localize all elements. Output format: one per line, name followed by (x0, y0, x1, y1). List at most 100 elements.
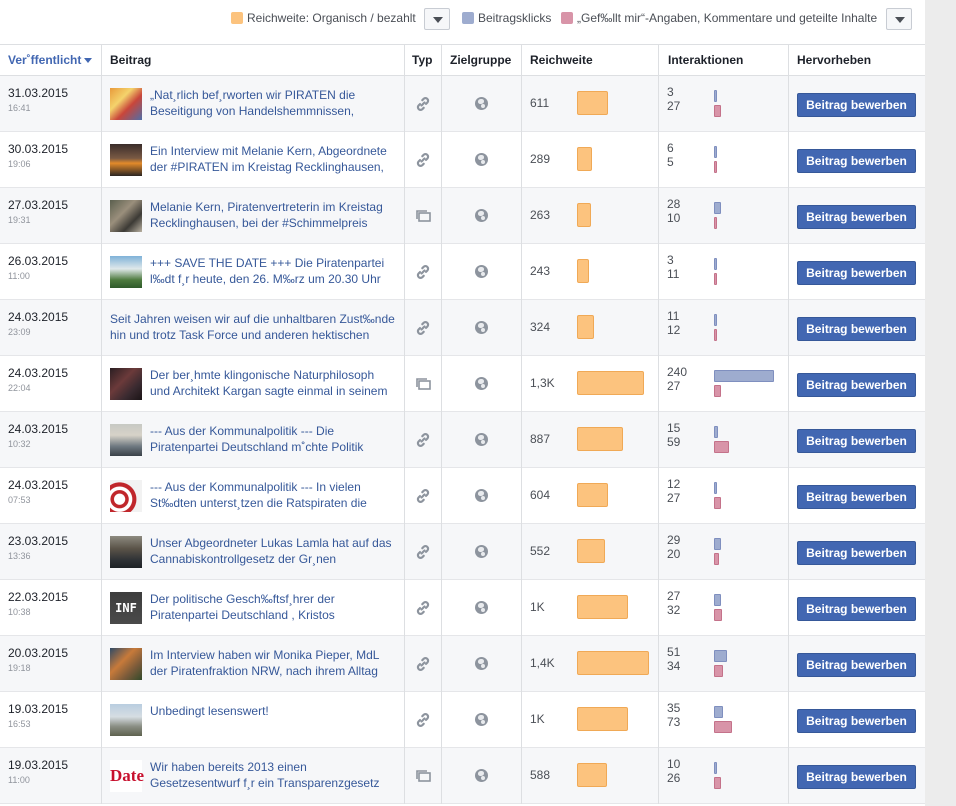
metric-dropdown-2[interactable] (886, 8, 912, 30)
post-text-link[interactable]: „Nat¸rlich bef¸rworten wir PIRATEN die B… (150, 87, 396, 121)
clicks-bar (714, 482, 717, 494)
boost-post-button[interactable]: Beitrag bewerben (797, 541, 916, 565)
boost-post-button[interactable]: Beitrag bewerben (797, 373, 916, 397)
link-icon (414, 543, 432, 561)
post-thumbnail[interactable] (110, 648, 142, 680)
post-thumbnail[interactable] (110, 368, 142, 400)
column-divider (788, 44, 789, 804)
clicks-value: 3 (667, 253, 674, 267)
legend-label-reach: Reichweite: Organisch / bezahlt (247, 11, 416, 25)
post-text-link[interactable]: Melanie Kern, Piratenvertreterin im Krei… (150, 199, 396, 233)
post-text-link[interactable]: +++ SAVE THE DATE +++ Die Piratenpartei … (150, 255, 396, 289)
post-thumbnail[interactable]: INF (110, 592, 142, 624)
reach-value: 263 (530, 208, 551, 222)
post-text-link[interactable]: Ein Interview mit Melanie Kern, Abgeordn… (150, 143, 396, 177)
engagement-bar (714, 273, 717, 285)
post-date: 20.03.2015 (8, 646, 69, 660)
post-thumbnail[interactable] (110, 88, 142, 120)
reach-value: 887 (530, 432, 551, 446)
column-header-audience: Zielgruppe (450, 53, 512, 67)
table-row: 24.03.2015 23:09 Seit Jahren weisen wir … (0, 300, 925, 356)
clicks-value: 10 (667, 757, 681, 771)
boost-post-button[interactable]: Beitrag bewerben (797, 93, 916, 117)
engagement-value: 27 (667, 99, 681, 113)
post-time: 23:09 (8, 327, 31, 337)
boost-post-button[interactable]: Beitrag bewerben (797, 765, 916, 789)
clicks-value: 240 (667, 365, 688, 379)
album-icon (414, 375, 432, 393)
link-icon (414, 95, 432, 113)
page-scrollbar[interactable] (925, 0, 956, 806)
clicks-value: 3 (667, 85, 674, 99)
engagement-bar (714, 161, 717, 173)
clicks-value: 15 (667, 421, 681, 435)
reach-bar (577, 539, 605, 563)
boost-post-button[interactable]: Beitrag bewerben (797, 205, 916, 229)
posts-table: Ver˚ffentlicht Beitrag Typ Zielgruppe Re… (0, 44, 925, 804)
post-date: 27.03.2015 (8, 198, 69, 212)
boost-post-button[interactable]: Beitrag bewerben (797, 709, 916, 733)
post-text-link[interactable]: Der ber¸hmte klingonische Naturphilosoph… (150, 367, 396, 401)
post-text-link[interactable]: Der politische Gesch‰ftsf¸hrer der Pirat… (150, 591, 396, 625)
link-icon (414, 151, 432, 169)
post-text-link[interactable]: Unser Abgeordneter Lukas Lamla hat auf d… (150, 535, 396, 569)
column-header-published[interactable]: Ver˚ffentlicht (8, 45, 93, 75)
table-header: Ver˚ffentlicht Beitrag Typ Zielgruppe Re… (0, 44, 925, 76)
column-divider (658, 44, 659, 804)
post-date: 19.03.2015 (8, 758, 69, 772)
post-thumbnail[interactable] (110, 704, 142, 736)
reach-value: 243 (530, 264, 551, 278)
reach-bar (577, 483, 608, 507)
metric-dropdown-1[interactable] (424, 8, 450, 30)
boost-post-button[interactable]: Beitrag bewerben (797, 317, 916, 341)
globe-icon (475, 377, 488, 390)
boost-post-button[interactable]: Beitrag bewerben (797, 597, 916, 621)
post-thumbnail[interactable] (110, 536, 142, 568)
post-time: 19:31 (8, 215, 31, 225)
clicks-bar (714, 370, 774, 382)
boost-post-button[interactable]: Beitrag bewerben (797, 653, 916, 677)
table-row: 24.03.2015 10:32 --- Aus der Kommunalpol… (0, 412, 925, 468)
post-date: 30.03.2015 (8, 142, 69, 156)
sort-desc-icon (84, 58, 93, 64)
table-row: 26.03.2015 11:00 +++ SAVE THE DATE +++ D… (0, 244, 925, 300)
globe-icon (475, 713, 488, 726)
clicks-value: 51 (667, 645, 681, 659)
post-thumbnail[interactable] (110, 424, 142, 456)
table-row: 27.03.2015 19:31 Melanie Kern, Piratenve… (0, 188, 925, 244)
post-thumbnail[interactable] (110, 144, 142, 176)
boost-post-button[interactable]: Beitrag bewerben (797, 429, 916, 453)
clicks-value: 35 (667, 701, 681, 715)
reach-value: 611 (530, 96, 550, 110)
post-text-link[interactable]: Seit Jahren weisen wir auf die unhaltbar… (110, 311, 396, 345)
post-text-link[interactable]: Wir haben bereits 2013 einen Gesetzesent… (150, 759, 396, 793)
table-row: 19.03.2015 11:00 Date Wir haben bereits … (0, 748, 925, 804)
post-date: 26.03.2015 (8, 254, 69, 268)
engagement-value: 5 (667, 155, 674, 169)
reach-bar (577, 259, 589, 283)
boost-post-button[interactable]: Beitrag bewerben (797, 261, 916, 285)
post-thumbnail[interactable] (110, 256, 142, 288)
post-thumbnail[interactable] (110, 480, 142, 512)
post-text-link[interactable]: --- Aus der Kommunalpolitik --- Die Pira… (150, 423, 396, 457)
post-text-link[interactable]: Im Interview haben wir Monika Pieper, Md… (150, 647, 396, 681)
globe-icon (475, 769, 488, 782)
globe-icon (475, 657, 488, 670)
post-text-link[interactable]: Unbedingt lesenswert! (150, 703, 396, 737)
boost-post-button[interactable]: Beitrag bewerben (797, 149, 916, 173)
reach-value: 1,3K (530, 376, 555, 390)
engagement-value: 59 (667, 435, 681, 449)
post-time: 16:53 (8, 719, 31, 729)
post-thumbnail[interactable] (110, 200, 142, 232)
legend-swatch-reach (231, 12, 243, 24)
column-header-published-label[interactable]: Ver˚ffentlicht (8, 53, 81, 67)
engagement-bar (714, 329, 717, 341)
boost-post-button[interactable]: Beitrag bewerben (797, 485, 916, 509)
post-time: 10:32 (8, 439, 31, 449)
engagement-value: 26 (667, 771, 681, 785)
engagement-bar (714, 665, 723, 677)
link-icon (414, 319, 432, 337)
post-thumbnail[interactable]: Date (110, 760, 144, 792)
post-text-link[interactable]: --- Aus der Kommunalpolitik --- In viele… (150, 479, 396, 513)
engagement-bar (714, 441, 729, 453)
